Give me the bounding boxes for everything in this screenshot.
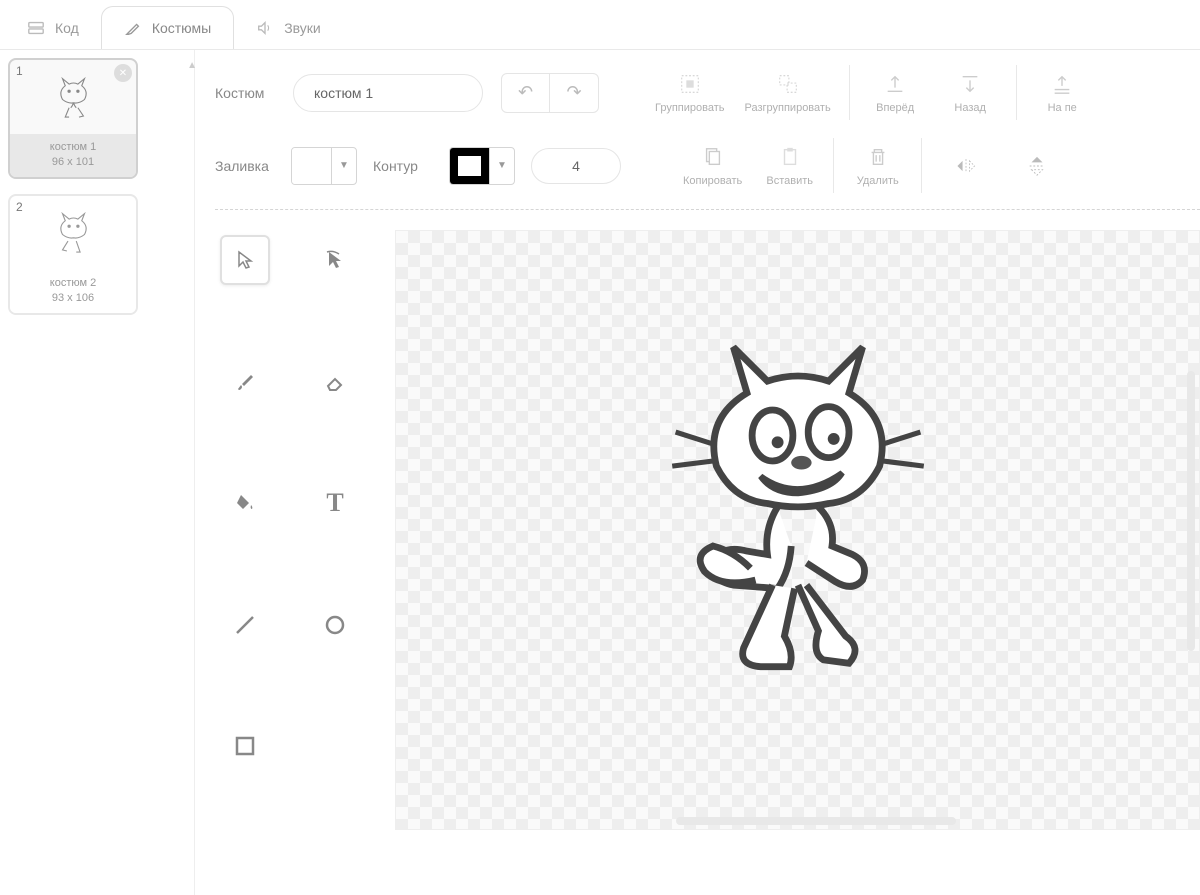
paint-canvas[interactable] [395,230,1200,830]
toolbar-row-2: Заливка ▼ Контур ▼ Копировать [215,138,1200,193]
delete-button[interactable]: Удалить [850,145,905,187]
tab-costumes[interactable]: Костюмы [101,6,234,49]
trash-icon [866,145,890,169]
front-icon [1050,72,1074,96]
rect-tool[interactable] [220,721,270,771]
divider [1016,65,1017,120]
undo-redo-group: ↶ ↷ [501,73,599,113]
text-tool[interactable]: T [310,478,360,528]
canvas-sprite[interactable] [628,332,968,692]
front-button[interactable]: На пе [1035,72,1090,114]
tab-code[interactable]: Код [5,7,101,49]
close-icon[interactable]: ✕ [114,64,132,82]
copy-button[interactable]: Копировать [683,145,742,187]
tab-sounds[interactable]: Звуки [234,7,343,49]
clipboard-controls: Копировать Вставить [683,145,817,187]
sound-icon [256,19,274,37]
dashed-divider [215,209,1200,210]
tab-code-label: Код [55,20,79,36]
copy-icon [701,145,725,169]
line-tool[interactable] [220,600,270,650]
flip-horizontal-icon [954,154,978,178]
undo-icon: ↶ [518,82,533,103]
tool-palette: T [215,230,375,830]
circle-tool[interactable] [310,600,360,650]
costume-number: 1 [16,64,23,78]
rect-icon [233,734,257,758]
brush-icon [124,19,142,37]
forward-icon [883,72,907,96]
workspace: T [215,230,1200,830]
divider [833,138,834,193]
costume-list-panel: ▲ 1 ✕ костюм 1 96 x 101 2 костюм 2 93 x … [0,50,195,895]
group-controls: Группировать Разгруппировать [655,72,831,114]
ungroup-button[interactable]: Разгруппировать [745,72,831,114]
brush-tool[interactable] [220,357,270,407]
forward-button[interactable]: Вперёд [868,72,923,114]
costume-label: костюм 1 96 x 101 [10,134,136,177]
canvas-scrollbar-vertical[interactable] [1187,371,1195,651]
undo-button[interactable]: ↶ [502,74,550,112]
line-icon [233,613,257,637]
outline-label: Контур [373,158,433,174]
editor-area: Костюм ↶ ↷ Группировать Разгруппировать [195,50,1200,895]
costume-number: 2 [16,200,23,214]
fill-swatch [292,148,332,184]
select-icon [233,248,257,272]
costume-thumb-1[interactable]: 1 ✕ костюм 1 96 x 101 [8,58,138,179]
costume-thumb-2[interactable]: 2 костюм 2 93 x 106 [8,194,138,315]
flip-horizontal-button[interactable] [938,154,993,178]
brush-tool-icon [233,370,257,394]
tab-costumes-label: Костюмы [152,20,211,36]
reshape-icon [323,248,347,272]
group-icon [678,72,702,96]
backward-button[interactable]: Назад [943,72,998,114]
divider [849,65,850,120]
toolbar-row-1: Костюм ↶ ↷ Группировать Разгруппировать [215,65,1200,120]
tab-bar: Код Костюмы Звуки [0,0,1200,50]
costume-preview [10,200,136,270]
main-area: ▲ 1 ✕ костюм 1 96 x 101 2 костюм 2 93 x … [0,50,1200,895]
outline-swatch [450,148,490,184]
flip-vertical-icon [1025,154,1049,178]
flip-vertical-button[interactable] [1009,154,1064,178]
circle-icon [323,613,347,637]
text-icon: T [326,488,343,518]
costume-label: костюм 2 93 x 106 [10,270,136,313]
canvas-scrollbar-horizontal[interactable] [676,817,956,825]
reshape-tool[interactable] [310,235,360,285]
fill-color-picker[interactable]: ▼ [291,147,357,185]
redo-button[interactable]: ↷ [550,74,598,112]
scroll-up-icon[interactable]: ▲ [187,60,197,71]
select-tool[interactable] [220,235,270,285]
layer-controls: Вперёд Назад [868,72,998,114]
backward-icon [958,72,982,96]
outline-color-picker[interactable]: ▼ [449,147,515,185]
tab-sounds-label: Звуки [284,20,321,36]
redo-icon: ↷ [566,82,581,103]
fill-tool[interactable] [220,478,270,528]
eraser-tool[interactable] [310,357,360,407]
paste-icon [778,145,802,169]
paste-button[interactable]: Вставить [762,145,817,187]
stroke-width-input[interactable] [531,148,621,184]
bucket-icon [233,491,257,515]
blocks-icon [27,19,45,37]
chevron-down-icon: ▼ [332,148,356,184]
ungroup-icon [776,72,800,96]
eraser-icon [323,370,347,394]
costume-label: Костюм [215,85,275,101]
fill-label: Заливка [215,158,275,174]
divider [921,138,922,193]
costume-name-input[interactable] [293,74,483,112]
group-button[interactable]: Группировать [655,72,725,114]
chevron-down-icon: ▼ [490,148,514,184]
